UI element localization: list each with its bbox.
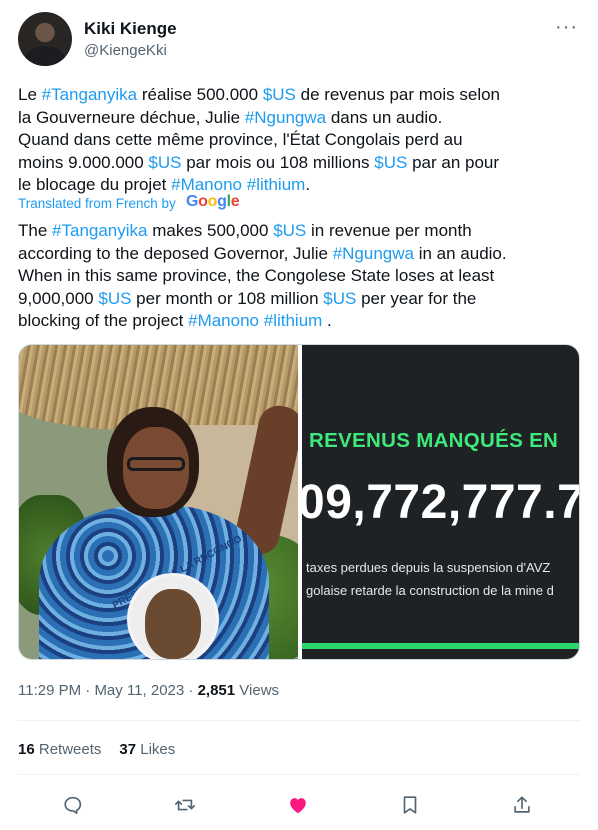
text-run: de revenus par mois selon (295, 85, 500, 104)
cashtag-link[interactable]: $US (98, 289, 131, 308)
text-run: per year for the (356, 288, 477, 308)
tweet-date[interactable]: May 11, 2023 (94, 682, 184, 699)
original-line-4: moins 9.000.000 $US par mois ou 108 mill… (18, 152, 582, 175)
cashtag-link[interactable]: $US (374, 153, 407, 172)
text-run: le blocage du projet (18, 175, 172, 194)
retweets-label: Retweets (38, 741, 102, 758)
hashtag-link[interactable]: #Ngungwa (333, 244, 414, 263)
text-run: par an pour (407, 152, 500, 172)
tweet-time[interactable]: 11:29 PM (18, 682, 81, 699)
text-run: Le (18, 85, 42, 104)
dress-portrait-face (145, 589, 201, 659)
tweet-stats: 16 Retweets 37 Likes (18, 741, 175, 758)
text-run: . (305, 175, 311, 194)
revenue-green-bar (302, 643, 579, 649)
revenue-subtitle-1: taxes perdues depuis la suspension d'AVZ (306, 560, 551, 575)
cashtag-link[interactable]: $US (263, 85, 296, 104)
action-bar (0, 788, 598, 822)
revenue-title: REVENUS MANQUÉS EN (309, 429, 559, 452)
hashtag-link[interactable]: #Ngungwa (245, 108, 326, 127)
tweet-meta: 11:29 PM · May 11, 2023 · 2,851 Views (18, 682, 280, 699)
text-run: par mois ou 108 millions (181, 152, 375, 172)
avatar[interactable] (18, 12, 72, 66)
tweet-translated-text: The #Tanganyika makes 500,000 $US in rev… (18, 220, 582, 333)
text-run: moins 9.000.000 (18, 152, 149, 172)
original-line-1: Le #Tanganyika réalise 500.000 $US de re… (18, 84, 582, 107)
cashtag-link[interactable]: $US (148, 153, 181, 172)
text-run: Quand dans cette même province, l'État C… (18, 130, 463, 149)
likes-stat[interactable]: 37 Likes (119, 741, 175, 758)
views-label: Views (239, 682, 280, 699)
text-run: in an audio. (413, 243, 507, 263)
media-grid: PRESIDENT DE LA RDCONGO REVENUS MANQUÉS … (18, 344, 580, 660)
more-icon[interactable]: ··· (555, 16, 578, 39)
cashtag-link[interactable]: $US (323, 289, 356, 308)
translated-line-1: The #Tanganyika makes 500,000 $US in rev… (18, 220, 582, 243)
retweets-stat[interactable]: 16 Retweets (18, 741, 101, 758)
translated-from-label[interactable]: Translated from French by (18, 196, 176, 211)
cashtag-link[interactable]: $US (273, 221, 306, 240)
hashtag-link[interactable]: #Manono (188, 311, 259, 330)
text-run: makes 500,000 (147, 221, 274, 240)
text-run: 9,000,000 (18, 288, 99, 308)
tweet-header: Kiki Kienge @KiengeKki ··· (18, 12, 580, 68)
original-line-2: la Gouverneure déchue, Julie #Ngungwa da… (18, 107, 582, 130)
divider (18, 720, 580, 721)
google-logo: Google (186, 193, 240, 210)
heart-icon[interactable] (281, 788, 315, 822)
text-run: according to the deposed Governor, Julie (18, 243, 333, 263)
avatar-figure (24, 46, 66, 66)
retweet-icon[interactable] (168, 788, 202, 822)
photo-woman[interactable]: PRESIDENT DE LA RDCONGO (19, 345, 298, 659)
bookmark-icon[interactable] (393, 788, 427, 822)
retweets-count: 16 (18, 741, 35, 758)
reply-icon[interactable] (56, 788, 90, 822)
original-line-5: le blocage du projet #Manono #lithium. (18, 174, 582, 197)
text-run: blocking of the project (18, 311, 189, 330)
share-icon[interactable] (505, 788, 539, 822)
text-run: When in this same province, the Congoles… (18, 266, 495, 285)
original-line-3: Quand dans cette même province, l'État C… (18, 129, 582, 152)
translated-line-4: 9,000,000 $US per month or 108 million $… (18, 288, 582, 311)
author-name[interactable]: Kiki Kienge (84, 19, 177, 39)
hashtag-link[interactable]: #Tanganyika (42, 85, 137, 104)
text-run: la Gouverneure déchue, Julie (18, 107, 245, 127)
text-run: dans un audio. (326, 107, 443, 127)
text-run: réalise 500.000 (137, 85, 263, 104)
divider (18, 774, 580, 775)
glasses (127, 457, 185, 471)
text-run: . (322, 311, 332, 330)
translated-line-5: blocking of the project #Manono #lithium… (18, 310, 582, 333)
author-handle[interactable]: @KiengeKki (84, 42, 167, 59)
text-run: per month or 108 million (131, 288, 324, 308)
likes-label: Likes (140, 741, 176, 758)
tweet-original-text: Le #Tanganyika réalise 500.000 $US de re… (18, 84, 582, 197)
translated-line-3: When in this same province, the Congoles… (18, 265, 582, 288)
hashtag-link[interactable]: #Tanganyika (52, 221, 147, 240)
text-run: The (18, 221, 53, 240)
translated-line-2: according to the deposed Governor, Julie… (18, 243, 582, 266)
hashtag-link[interactable]: #lithium (264, 311, 323, 330)
views-count: 2,851 (197, 682, 236, 699)
text-run: in revenue per month (306, 221, 472, 240)
likes-count: 37 (119, 741, 137, 758)
photo-revenue-screen[interactable]: REVENUS MANQUÉS EN 09,772,777.7 taxes pe… (302, 345, 580, 659)
hashtag-link[interactable]: #Manono (171, 175, 242, 194)
revenue-number: 09,772,777.7 (302, 476, 580, 529)
revenue-subtitle-2: golaise retarde la construction de la mi… (306, 583, 554, 598)
hashtag-link[interactable]: #lithium (247, 175, 306, 194)
